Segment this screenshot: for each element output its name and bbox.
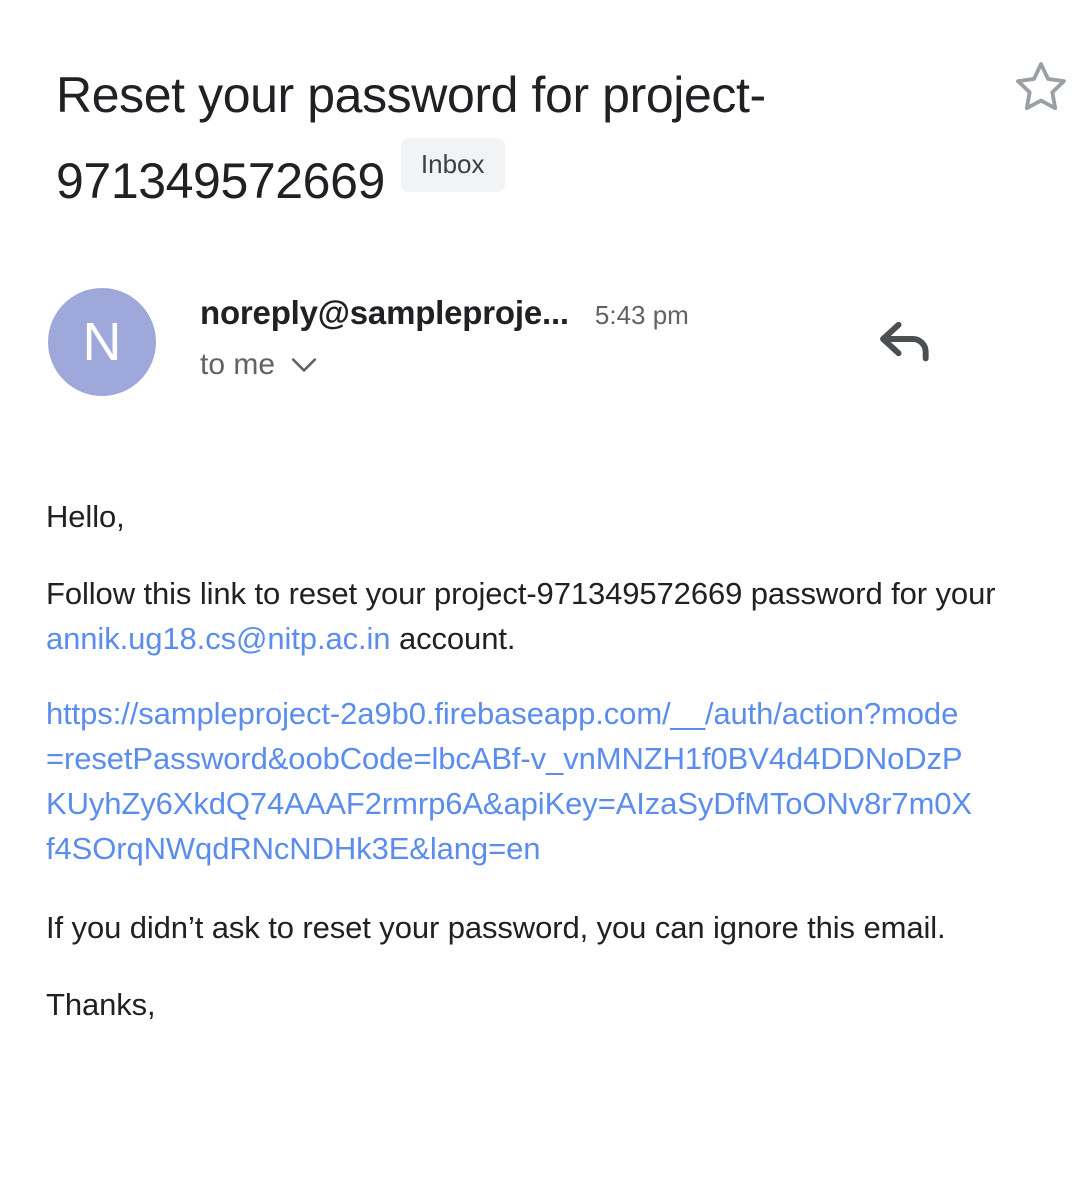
subject-header: Reset your password for project-97134957… bbox=[56, 52, 1044, 224]
instruction-text-trailing: account. bbox=[390, 621, 516, 656]
body-greeting: Hello, bbox=[46, 499, 125, 534]
reset-password-link[interactable]: https://sampleproject-2a9b0.firebaseapp.… bbox=[46, 691, 976, 871]
body-disclaimer: If you didn’t ask to reset your password… bbox=[46, 910, 946, 945]
sender-primary-line: noreply@sampleproje... 5:43 pm bbox=[200, 294, 689, 332]
subject-block: Reset your password for project-97134957… bbox=[56, 52, 916, 224]
message-body: Hello, Follow this link to reset your pr… bbox=[46, 494, 1048, 1059]
sender-row: N noreply@sampleproje... 5:43 pm to me bbox=[48, 288, 1054, 398]
avatar[interactable]: N bbox=[48, 288, 156, 396]
email-detail-screen: Reset your password for project-97134957… bbox=[0, 0, 1080, 1190]
account-email-link[interactable]: annik.ug18.cs@nitp.ac.in bbox=[46, 621, 391, 656]
body-signoff: Thanks, bbox=[46, 987, 156, 1022]
sender-meta: noreply@sampleproje... 5:43 pm to me bbox=[200, 294, 689, 382]
message-timestamp: 5:43 pm bbox=[594, 300, 689, 330]
sender-address[interactable]: noreply@sampleproje... bbox=[200, 294, 569, 332]
recipient-label: to me bbox=[200, 348, 276, 381]
chevron-down-icon[interactable] bbox=[291, 357, 317, 373]
star-outline-icon[interactable] bbox=[1012, 58, 1070, 116]
reply-arrow-icon[interactable] bbox=[874, 308, 936, 370]
recipient-line[interactable]: to me bbox=[200, 348, 689, 382]
body-instruction: Follow this link to reset your project-9… bbox=[46, 571, 1048, 661]
more-vertical-icon[interactable] bbox=[1024, 308, 1036, 370]
instruction-text-leading: Follow this link to reset your project-9… bbox=[46, 576, 996, 611]
label-chip-inbox[interactable]: Inbox bbox=[400, 138, 505, 193]
